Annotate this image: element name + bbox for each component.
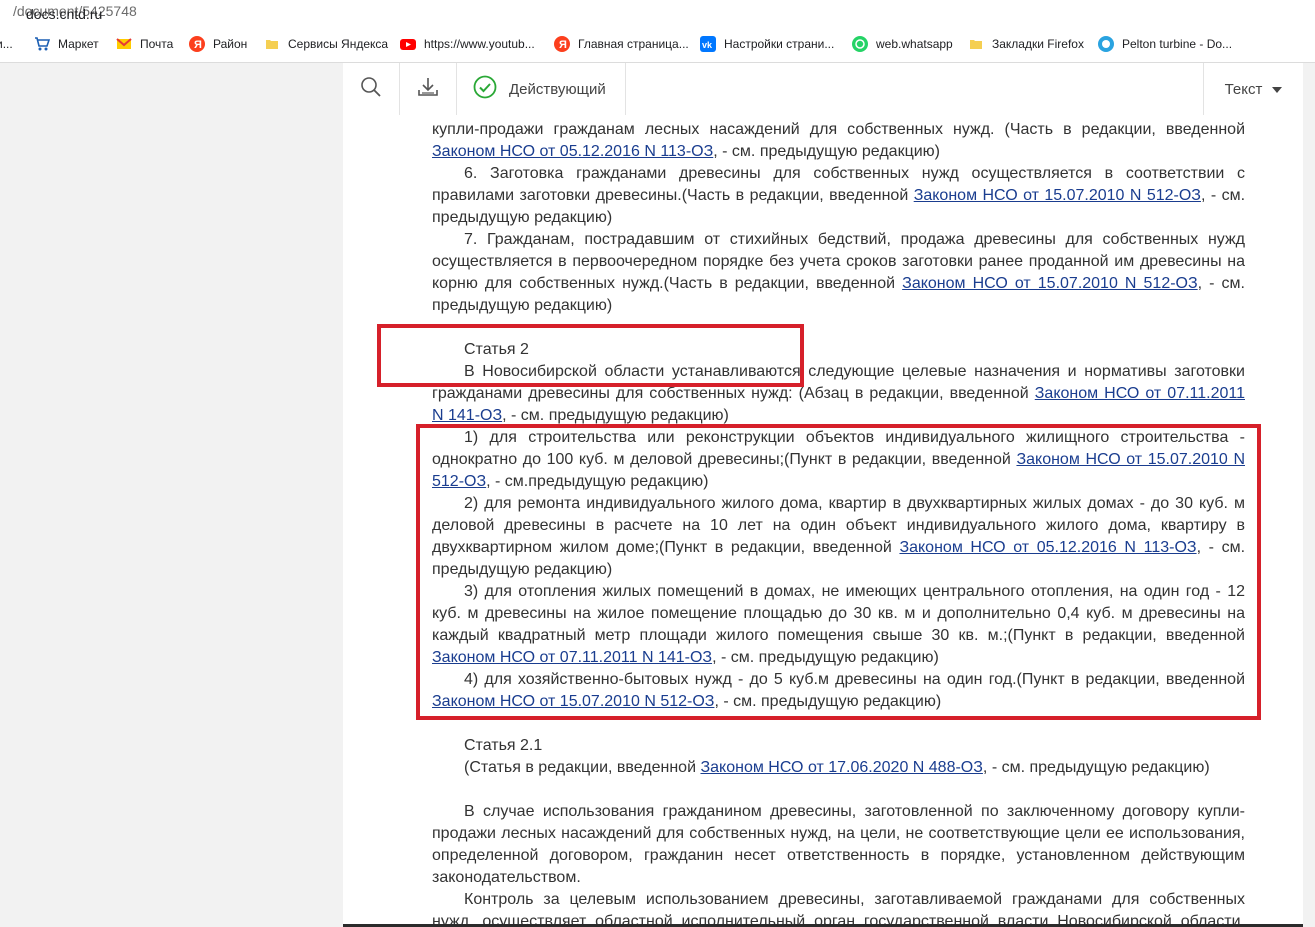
bookmark-label: web.whatsapp bbox=[876, 37, 953, 51]
law-link[interactable]: Законом НСО от 15.07.2010 N 512-ОЗ bbox=[902, 275, 1198, 292]
svg-text:vk: vk bbox=[702, 40, 713, 50]
url-text[interactable]: docs.cntd.ru/document/5425748 bbox=[13, 3, 137, 22]
left-margin bbox=[0, 63, 343, 927]
bookmark-rayon[interactable]: Я Район bbox=[189, 35, 247, 53]
doc-line: осуществляется в первоочередном порядке … bbox=[432, 251, 1245, 273]
doc-line: В случае использования гражданином древе… bbox=[432, 801, 1245, 823]
law-link[interactable]: Законом НСО от 17.06.2020 N 488-ОЗ bbox=[700, 759, 982, 776]
doc-text: определенной договором, гражданин несет … bbox=[432, 847, 1245, 864]
highlight-norms bbox=[416, 424, 1261, 720]
law-link[interactable]: Законом НСО от 07.11.2011 bbox=[1035, 385, 1245, 402]
bookmark-pelton[interactable]: Pelton turbine - Do... bbox=[1098, 35, 1232, 53]
address-bar[interactable]: docs.cntd.ru/document/5425748 bbox=[0, 0, 1315, 24]
bookmark-label: Закладки Firefox bbox=[992, 37, 1084, 51]
doc-line: купли-продажи гражданам лесных насаждени… bbox=[432, 119, 1245, 141]
view-mode-label: Текст bbox=[1224, 80, 1263, 98]
bookmark-main-page[interactable]: Я Главная страница... bbox=[554, 35, 689, 53]
download-button[interactable] bbox=[400, 63, 456, 115]
yandex-icon: Я bbox=[554, 36, 570, 52]
bookmark-item-cut[interactable]: и... bbox=[0, 35, 13, 53]
doc-line: предыдущую редакцию) bbox=[432, 295, 1245, 317]
view-mode-select[interactable]: Текст bbox=[1204, 63, 1303, 115]
folder-icon bbox=[264, 36, 280, 52]
right-margin bbox=[1303, 63, 1315, 927]
download-icon bbox=[416, 75, 440, 104]
doc-line: Законом НСО от 05.12.2016 N 113-ОЗ, - см… bbox=[432, 141, 1245, 163]
doc-text: , - см. bbox=[1200, 187, 1246, 204]
doc-text: гражданами древесины для собственных нуж… bbox=[432, 385, 1035, 402]
highlight-article-2 bbox=[377, 324, 804, 387]
bookmark-whatsapp[interactable]: web.whatsapp bbox=[852, 35, 953, 53]
doc-text: , - см. предыдущую редакцию) bbox=[982, 759, 1210, 776]
vk-icon: vk bbox=[700, 36, 716, 52]
bookmark-label: Район bbox=[213, 37, 248, 51]
doc-line: Контроль за целевым использованием древе… bbox=[432, 889, 1245, 911]
doc-text: (Статья в редакции, введенной bbox=[464, 759, 701, 776]
doc-text: осуществляется в первоочередном порядке … bbox=[432, 253, 1245, 270]
law-link[interactable]: N 141-ОЗ bbox=[432, 407, 502, 424]
bookmark-label: Маркет bbox=[58, 37, 99, 51]
bookmark-firefox[interactable]: Закладки Firefox bbox=[968, 35, 1084, 53]
doc-line: 7. Гражданам, пострадавшим от стихийных … bbox=[432, 229, 1245, 251]
doc-text: 7. Гражданам, пострадавшим от стихийных … bbox=[464, 231, 1245, 248]
doc-text: предыдущую редакцию) bbox=[432, 209, 613, 226]
bookmark-yandex-services[interactable]: Сервисы Яндекса bbox=[264, 35, 388, 53]
bookmark-label: https://www.youtub... bbox=[424, 37, 535, 51]
doc-text: , - см. предыдущую редакцию) bbox=[713, 143, 940, 160]
doc-text: правилами заготовки древесины.(Часть в р… bbox=[432, 187, 914, 204]
search-button[interactable] bbox=[343, 63, 399, 115]
doc-text: Контроль за целевым использованием древе… bbox=[464, 891, 1245, 908]
doc-line: корню для собственных нужд.(Часть в реда… bbox=[432, 273, 1245, 295]
doc-text: Статья 2.1 bbox=[464, 737, 543, 754]
document-toolbar: Действующий Текст bbox=[343, 63, 1303, 116]
bookmark-vk-settings[interactable]: vk Настройки страни... bbox=[700, 35, 834, 53]
status-indicator: Действующий bbox=[457, 63, 625, 115]
doc-text: , - см. предыдущую редакцию) bbox=[502, 407, 729, 424]
check-circle-icon bbox=[473, 75, 497, 104]
search-icon bbox=[359, 75, 383, 104]
doc-line: 6. Заготовка гражданами древесины для со… bbox=[432, 163, 1245, 185]
bookmark-label: Сервисы Яндекса bbox=[288, 37, 389, 51]
doc-text: законодательством. bbox=[432, 869, 581, 886]
doc-text: предыдущую редакцию) bbox=[432, 297, 613, 314]
bookmarks-bar: и... Маркет Почта Я Район Сервисы Яндекс… bbox=[0, 24, 1315, 63]
bookmark-label: Почта bbox=[140, 37, 174, 51]
doc-text: корню для собственных нужд.(Часть в реда… bbox=[432, 275, 903, 292]
bookmark-label: и... bbox=[0, 37, 13, 51]
doc-text: купли-продажи гражданам лесных насаждени… bbox=[432, 121, 1245, 138]
url-host: docs.cntd.ru bbox=[26, 6, 103, 22]
bookmark-label: Настройки страни... bbox=[724, 37, 835, 51]
whatsapp-icon bbox=[852, 36, 868, 52]
globe-icon bbox=[1098, 36, 1114, 52]
doc-line: (Статья в редакции, введенной Законом НС… bbox=[432, 757, 1245, 779]
bookmark-mail[interactable]: Почта bbox=[116, 35, 173, 53]
doc-text: 6. Заготовка гражданами древесины для со… bbox=[464, 165, 1245, 182]
doc-text: В случае использования гражданином древе… bbox=[464, 803, 1245, 820]
doc-text: продажи лесных насаждений для собственны… bbox=[432, 825, 1245, 842]
doc-text: , - см. bbox=[1197, 275, 1246, 292]
doc-line: продажи лесных насаждений для собственны… bbox=[432, 823, 1245, 845]
doc-line: правилами заготовки древесины.(Часть в р… bbox=[432, 185, 1245, 207]
doc-line: определенной договором, гражданин несет … bbox=[432, 845, 1245, 867]
folder-icon bbox=[968, 36, 984, 52]
toolbar-divider bbox=[625, 63, 626, 115]
doc-line: Статья 2.1 bbox=[432, 735, 1245, 757]
svg-text:Я: Я bbox=[194, 39, 202, 51]
bookmark-label: Pelton turbine - Do... bbox=[1122, 37, 1233, 51]
mail-icon bbox=[116, 36, 132, 52]
law-link[interactable]: Законом НСО от 05.12.2016 N 113-ОЗ bbox=[432, 143, 713, 160]
youtube-icon bbox=[400, 36, 416, 52]
caret-down-icon bbox=[1272, 80, 1283, 98]
doc-line: нужд, осуществляет областной исполнитель… bbox=[432, 911, 1245, 925]
svg-text:Я: Я bbox=[559, 39, 567, 51]
status-label: Действующий bbox=[509, 80, 606, 98]
cart-icon bbox=[34, 36, 51, 52]
bookmark-youtube[interactable]: https://www.youtub... bbox=[400, 35, 535, 53]
bookmark-market[interactable]: Маркет bbox=[34, 35, 99, 53]
law-link[interactable]: Законом НСО от 15.07.2010 N 512-ОЗ bbox=[914, 187, 1201, 204]
doc-line: предыдущую редакцию) bbox=[432, 207, 1245, 229]
doc-line: законодательством. bbox=[432, 867, 1245, 889]
yandex-icon: Я bbox=[189, 36, 205, 52]
bookmark-label: Главная страница... bbox=[578, 37, 689, 51]
